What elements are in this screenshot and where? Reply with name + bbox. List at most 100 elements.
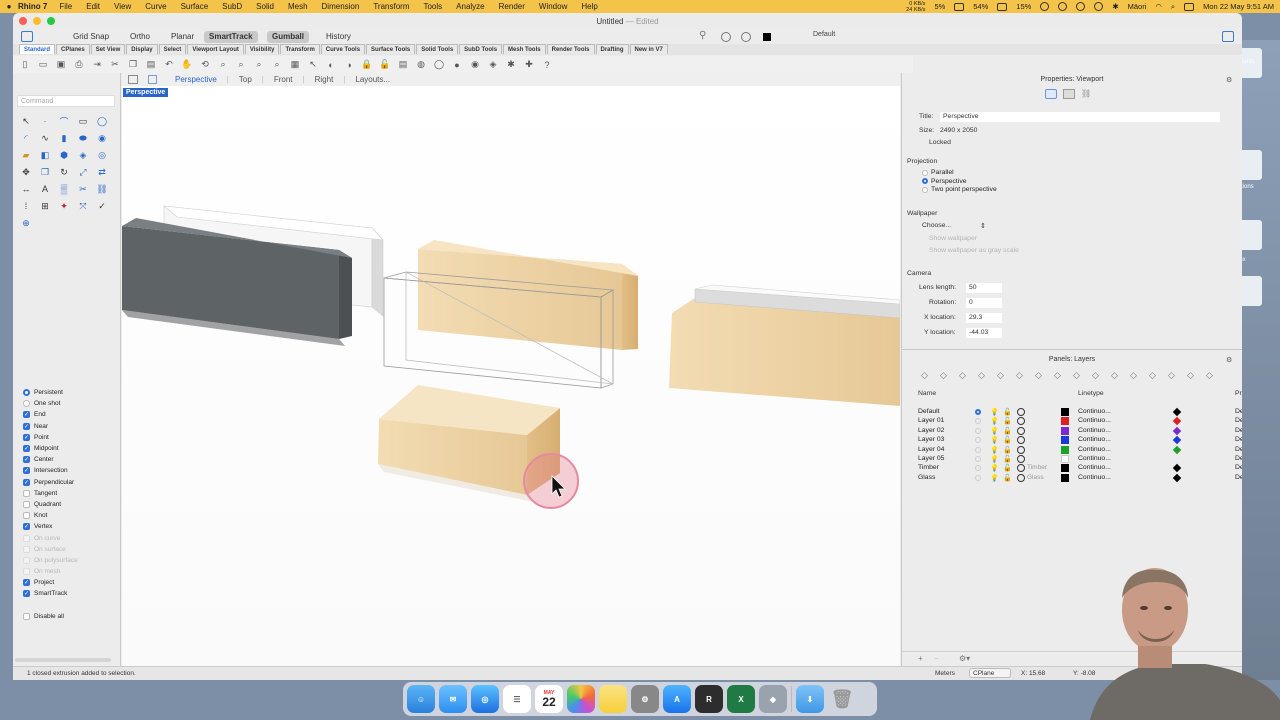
gumball-toggle[interactable]: Gumball (267, 31, 310, 43)
layer-name[interactable]: Default (918, 408, 940, 415)
lightbulb-icon[interactable]: 💡 (990, 474, 999, 482)
rotate-icon[interactable]: ⟲ (197, 57, 213, 72)
menu-view[interactable]: View (114, 2, 131, 11)
linetype-dropdown[interactable]: Continuo... (1078, 417, 1111, 424)
tab-render-tools[interactable]: Render Tools (546, 44, 595, 54)
open-icon[interactable]: ▭ (35, 57, 51, 72)
display-icon[interactable] (1063, 89, 1075, 99)
dimension-icon[interactable]: ↔ (17, 181, 35, 197)
osnap-center[interactable]: ✓ Center (23, 454, 119, 465)
layer-row[interactable]: Timber 💡 🔓 Timber Continuo... De (902, 464, 1242, 473)
minimize-button[interactable] (33, 17, 41, 25)
unlock-icon[interactable]: 🔓 (377, 57, 393, 72)
tab-new-in-v7[interactable]: New in V7 (629, 44, 668, 54)
search-icon[interactable]: ⌕ (1171, 2, 1175, 12)
mic-icon[interactable] (1094, 2, 1104, 11)
tab-select[interactable]: Select (158, 44, 187, 54)
photos-icon[interactable] (567, 685, 595, 713)
layer-color-swatch[interactable] (1061, 455, 1069, 463)
smarttrack-toggle[interactable]: SmartTrack (204, 31, 258, 43)
current-layer-radio[interactable] (975, 446, 981, 453)
tab-viewport-layout[interactable]: Viewport Layout (187, 44, 244, 54)
calendar-icon[interactable]: MAY 22 (535, 685, 563, 713)
col-linetype[interactable]: Linetype (1078, 390, 1104, 397)
checkbox-icon[interactable]: ✓ (23, 422, 30, 430)
locked-checkbox[interactable]: Locked (929, 139, 951, 146)
reminders-icon[interactable]: ☰ (503, 685, 531, 713)
lightbulb-icon[interactable]: 💡 (990, 427, 999, 435)
planar-icon[interactable] (721, 32, 731, 42)
add-layer-icon[interactable]: + (918, 654, 923, 663)
perspective-viewport[interactable]: Perspective (122, 86, 900, 675)
osnap-project[interactable]: ✓ Project (23, 577, 119, 588)
show-wallpaper-checkbox[interactable]: Show wallpaper (929, 235, 977, 242)
menu-curve[interactable]: Curve (145, 2, 166, 11)
lock-icon[interactable]: 🔓 (1003, 455, 1012, 463)
mail-icon[interactable]: ✉ (439, 685, 467, 713)
text-icon[interactable]: A (36, 181, 54, 197)
print-width[interactable]: De (1235, 436, 1242, 443)
layer-color-swatch[interactable] (1061, 436, 1069, 445)
file-panel-icon[interactable]: ◇ (956, 369, 969, 381)
render-icon[interactable]: ◍ (413, 57, 429, 72)
viewport-tab-layouts[interactable]: Layouts... (355, 75, 390, 84)
print-width[interactable]: De (1235, 474, 1242, 481)
checkbox-icon[interactable] (23, 489, 30, 497)
checkbox-icon[interactable]: ✓ (23, 523, 30, 531)
transform-icon[interactable]: ⤧ (74, 198, 92, 214)
camera-icon[interactable] (1045, 89, 1057, 99)
layer-icon[interactable]: ▤ (395, 57, 411, 72)
zoom-selected-icon[interactable]: ⌕ (269, 57, 285, 72)
print-width[interactable]: De (1235, 408, 1242, 415)
osnap-on-surface[interactable]: On surface (23, 544, 119, 555)
material-circle-icon[interactable] (1017, 426, 1025, 435)
rendered-icon[interactable]: ◉ (467, 57, 483, 72)
osnap-persistent[interactable]: Persistent (23, 387, 119, 398)
menu-file[interactable]: File (59, 2, 72, 11)
help-icon[interactable]: ? (539, 57, 555, 72)
print-color-icon[interactable] (1172, 426, 1182, 436)
system-settings-icon[interactable]: ⚙ (631, 685, 659, 713)
material-circle-icon[interactable] (1017, 464, 1025, 473)
scale-icon[interactable]: ⤢ (74, 164, 92, 180)
rectangle-icon[interactable]: ▭ (74, 113, 92, 129)
tab-solid-tools[interactable]: Solid Tools (416, 44, 459, 54)
grid-panel-icon[interactable]: ◇ (1108, 369, 1121, 381)
display-panel-icon[interactable]: ◇ (994, 369, 1007, 381)
rotate-tool-icon[interactable]: ↻ (55, 164, 73, 180)
current-layer-radio[interactable] (975, 437, 981, 444)
layer-row[interactable]: Layer 05 💡 🔓 Continuo... De (902, 455, 1242, 464)
panel-divider[interactable] (902, 349, 1242, 350)
surface-icon[interactable]: ◧ (36, 147, 54, 163)
print-width[interactable]: De (1235, 464, 1242, 471)
app-store-icon[interactable]: A (663, 685, 691, 713)
layer-color-swatch[interactable] (1061, 426, 1069, 435)
help-panel-icon[interactable]: ◇ (1013, 369, 1026, 381)
4-view-icon[interactable]: ▦ (287, 57, 303, 72)
target-icon[interactable] (741, 32, 751, 42)
radio-icon[interactable] (922, 169, 928, 176)
lights-panel-icon[interactable]: ◇ (1032, 369, 1045, 381)
checkbox-icon[interactable]: ✓ (23, 478, 30, 486)
lightbulb-icon[interactable]: 💡 (990, 464, 999, 472)
hatch-icon[interactable]: ▒ (55, 181, 73, 197)
rhino-icon[interactable]: R (695, 685, 723, 713)
layer-name[interactable]: Glass (918, 474, 935, 481)
linetype-dropdown[interactable]: Continuo... (1078, 427, 1111, 434)
snap-icon[interactable]: ✦ (55, 198, 73, 214)
curve-icon[interactable]: ∿ (36, 130, 54, 146)
zoom-icon[interactable]: ⌕ (215, 57, 231, 72)
layer-row[interactable]: Default 💡 🔓 Continuo... De (902, 407, 1242, 417)
select-arrow-icon[interactable]: ↖ (17, 113, 35, 129)
zoom-extents-icon[interactable]: ⌕ (251, 57, 267, 72)
lightbulb-icon[interactable]: 💡 (990, 436, 999, 444)
menu-edit[interactable]: Edit (86, 2, 100, 11)
battery-stat[interactable]: 54% (973, 2, 988, 11)
osnap-point[interactable]: ✓ Point (23, 432, 119, 443)
box3d-panel-icon[interactable]: ◇ (975, 369, 988, 381)
checkbox-icon[interactable] (23, 500, 30, 508)
menu-surface[interactable]: Surface (181, 2, 209, 11)
curve-panel-icon[interactable]: ◇ (1146, 369, 1159, 381)
split-panel-icon[interactable]: ◇ (1070, 369, 1083, 381)
horizontal-scrollbar[interactable] (15, 658, 111, 662)
